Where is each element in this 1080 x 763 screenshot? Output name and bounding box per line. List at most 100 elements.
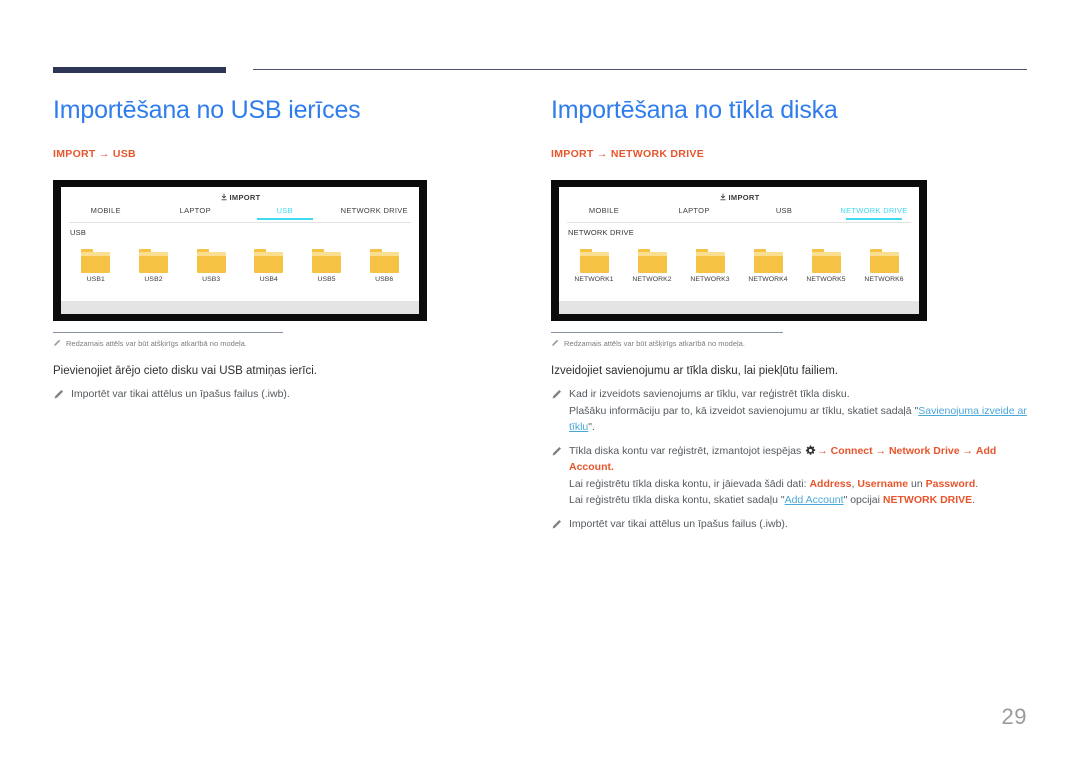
arrow-glyph: → xyxy=(875,444,887,457)
left-column: Importēšana no USB ierīces IMPORT → USB … xyxy=(53,95,513,403)
pencil-icon xyxy=(551,339,559,347)
bullet-text-part: . xyxy=(611,461,614,473)
note-divider-right xyxy=(551,332,783,333)
device-tab-label: LAPTOP xyxy=(179,206,211,215)
bullet-text: Importēt var tikai attēlus un īpašus fai… xyxy=(71,388,290,400)
breadcrumb-right: IMPORT → NETWORK DRIVE xyxy=(551,148,705,160)
reference-link-add-account[interactable]: Add Account xyxy=(785,494,844,506)
keyword-network-drive: Network Drive xyxy=(888,444,960,457)
folder-icon xyxy=(139,249,168,273)
image-disclaimer-right: Redzamais attēls var būt atšķirīgs atkar… xyxy=(551,338,1029,349)
folder-label: USB4 xyxy=(259,276,278,283)
import-header-label-left: IMPORT xyxy=(229,193,261,202)
import-header-right: IMPORT xyxy=(559,193,919,202)
folder-grid-left: USB1 USB2 USB3 USB4 USB5 USB6 xyxy=(67,249,413,283)
folder-icon xyxy=(369,249,399,273)
bullet-right-3: Importēt var tikai attēlus un īpašus fai… xyxy=(551,516,1029,533)
bullet-text-part: un xyxy=(908,477,926,490)
import-header-label-right: IMPORT xyxy=(728,193,760,202)
device-taskbar-left xyxy=(61,301,419,314)
device-tab-usb-right[interactable]: USB xyxy=(739,206,829,220)
folder-item[interactable]: NETWORK2 xyxy=(623,249,681,283)
device-tabstrip-right: MOBILE LAPTOP USB NETWORK DRIVE xyxy=(559,206,919,220)
bullet-right-1: Kad ir izveidots savienojums ar tīklu, v… xyxy=(551,386,1029,436)
folder-icon xyxy=(254,249,284,273)
folder-item[interactable]: USB4 xyxy=(240,249,298,283)
folder-label: NETWORK5 xyxy=(806,276,846,283)
device-tab-mobile-left[interactable]: MOBILE xyxy=(61,206,151,220)
folder-icon xyxy=(81,249,111,273)
bullet-right-2: Tīkla diska kontu var reģistrēt, izmanto… xyxy=(551,443,1029,509)
folder-item[interactable]: USB5 xyxy=(298,249,356,283)
arrow-glyph: → xyxy=(817,444,828,457)
device-tab-usb-left[interactable]: USB xyxy=(240,206,330,220)
folder-item[interactable]: NETWORK6 xyxy=(855,249,913,283)
pencil-icon xyxy=(53,389,64,400)
device-tab-network-drive-left[interactable]: NETWORK DRIVE xyxy=(330,206,420,220)
folder-item[interactable]: NETWORK4 xyxy=(739,249,797,283)
folder-item[interactable]: USB2 xyxy=(125,249,183,283)
keyword-network-drive-option: NETWORK DRIVE xyxy=(882,494,973,506)
header-accent-bar xyxy=(53,67,226,73)
folder-grid-right: NETWORK1 NETWORK2 NETWORK3 NETWORK4 NETW… xyxy=(565,249,913,283)
folder-label: NETWORK3 xyxy=(690,276,730,283)
device-tab-laptop-right[interactable]: LAPTOP xyxy=(649,206,739,220)
device-tab-label: USB xyxy=(276,206,293,215)
bullet-text: Kad ir izveidots savienojums ar tīklu, v… xyxy=(569,388,850,400)
bullet-text-part: " opcijai xyxy=(843,494,883,506)
device-tab-network-drive-right[interactable]: NETWORK DRIVE xyxy=(829,206,919,220)
device-tab-label: NETWORK DRIVE xyxy=(340,206,408,215)
bullet-text-path: Tīkla diska kontu var reģistrēt, izmanto… xyxy=(569,443,1029,476)
folder-item[interactable]: NETWORK1 xyxy=(565,249,623,283)
device-taskbar-right xyxy=(559,301,919,314)
bullet-left-1: Importēt var tikai attēlus un īpašus fai… xyxy=(53,386,513,403)
bullet-text-part: . xyxy=(975,477,979,490)
keyword-address: Address xyxy=(809,477,852,490)
folder-item[interactable]: USB6 xyxy=(355,249,413,283)
device-tab-mobile-right[interactable]: MOBILE xyxy=(559,206,649,220)
bullet-text: Importēt var tikai attēlus un īpašus fai… xyxy=(569,517,788,530)
tabstrip-baseline-left xyxy=(69,222,411,223)
device-tab-label: NETWORK DRIVE xyxy=(840,206,908,215)
page-title-right: Importēšana no tīkla diska xyxy=(551,96,838,124)
keyword-password: Password xyxy=(925,477,976,490)
note-divider-left xyxy=(53,332,283,333)
folder-item[interactable]: NETWORK3 xyxy=(681,249,739,283)
folder-label: USB1 xyxy=(86,276,105,283)
active-tab-indicator xyxy=(256,218,313,220)
arrow-glyph: → xyxy=(962,444,974,457)
bullet-text-part: Lai reģistrētu tīkla diska kontu, ir jāi… xyxy=(569,477,810,490)
image-disclaimer-text: Redzamais attēls var būt atšķirīgs atkar… xyxy=(66,339,247,348)
folder-icon xyxy=(196,249,226,273)
device-tab-label: LAPTOP xyxy=(678,206,710,215)
bullet-text-part: Lai reģistrētu tīkla diska kontu, skatie… xyxy=(569,494,785,506)
folder-label: USB6 xyxy=(375,276,394,283)
pencil-icon xyxy=(551,519,562,530)
image-disclaimer-left: Redzamais attēls var būt atšķirīgs atkar… xyxy=(53,338,513,349)
folder-icon xyxy=(579,249,609,273)
folder-label: NETWORK1 xyxy=(574,276,614,283)
keyword-username: Username xyxy=(857,477,909,490)
active-tab-indicator xyxy=(846,218,902,220)
folder-item[interactable]: USB3 xyxy=(182,249,240,283)
download-icon xyxy=(220,193,228,201)
download-icon xyxy=(719,193,727,201)
device-section-label-left: USB xyxy=(70,228,87,237)
device-section-label-right: NETWORK DRIVE xyxy=(568,228,634,237)
device-mockup-usb: IMPORT MOBILE LAPTOP USB NETWORK DRIVE U… xyxy=(53,180,427,321)
image-disclaimer-text: Redzamais attēls var būt atšķirīgs atkar… xyxy=(564,339,745,348)
bullet-text-part: Tīkla diska kontu var reģistrēt, izmanto… xyxy=(569,444,802,457)
folder-label: NETWORK4 xyxy=(748,276,788,283)
device-screen-usb: IMPORT MOBILE LAPTOP USB NETWORK DRIVE U… xyxy=(61,187,419,314)
pencil-icon xyxy=(551,389,562,400)
folder-item[interactable]: NETWORK5 xyxy=(797,249,855,283)
folder-icon xyxy=(637,249,667,273)
pencil-icon xyxy=(551,446,562,457)
page-title-left: Importēšana no USB ierīces xyxy=(53,96,361,124)
header-divider-line xyxy=(253,69,1027,70)
import-header-left: IMPORT xyxy=(61,193,419,202)
folder-label: USB5 xyxy=(317,276,336,283)
page-number: 29 xyxy=(1001,704,1027,729)
device-tab-laptop-left[interactable]: LAPTOP xyxy=(151,206,241,220)
folder-item[interactable]: USB1 xyxy=(67,249,125,283)
